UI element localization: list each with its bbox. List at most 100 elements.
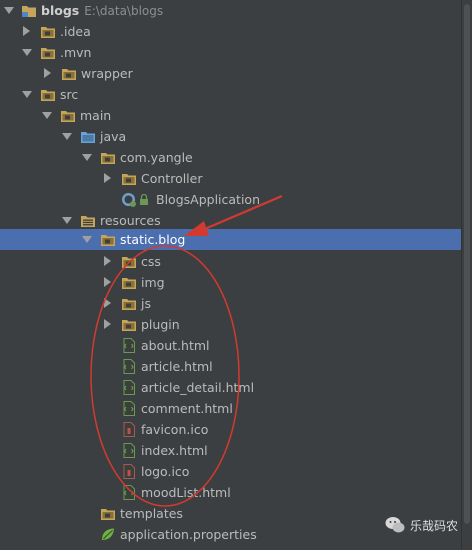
tree-item-label: wrapper (81, 66, 133, 81)
tree-item-label: img (141, 275, 165, 290)
watermark: 乐哉码农 (385, 514, 458, 536)
html-file-icon (121, 485, 137, 500)
expand-arrow-icon[interactable] (81, 147, 93, 168)
tree-item-label: src (60, 87, 79, 102)
project-folder-icon (21, 3, 37, 18)
collapse-arrow-icon[interactable] (101, 293, 113, 314)
tree-item-label: favicon.ico (141, 422, 209, 437)
tree-item-label: article.html (141, 359, 213, 374)
project-tree: blogs E:\data\blogs .idea .mvn wrapper sr… (0, 0, 462, 550)
tree-row-static-blog[interactable]: static.blog (0, 229, 462, 250)
collapse-arrow-icon[interactable] (101, 272, 113, 293)
tree-row-article-html[interactable]: article.html (0, 356, 462, 377)
tree-row-src[interactable]: src (0, 84, 462, 105)
tree-row-moodlist-html[interactable]: moodList.html (0, 482, 462, 503)
tree-row-comment-html[interactable]: comment.html (0, 398, 462, 419)
collapse-arrow-icon[interactable] (101, 251, 113, 272)
tree-item-label: js (141, 296, 151, 311)
ico-file-icon (121, 464, 137, 479)
tree-item-label: resources (100, 213, 161, 228)
html-file-icon (121, 359, 137, 374)
folder-icon (40, 24, 56, 39)
collapse-arrow-icon[interactable] (101, 168, 113, 189)
project-name: blogs (41, 3, 80, 18)
tree-item-label: plugin (141, 317, 180, 332)
package-icon (121, 171, 137, 186)
tree-item-label: .idea (60, 24, 91, 39)
tree-row-js[interactable]: js (0, 293, 462, 314)
tree-row-article-detail-html[interactable]: article_detail.html (0, 377, 462, 398)
folder-icon (40, 87, 56, 102)
collapse-arrow-icon[interactable] (101, 314, 113, 335)
folder-icon (100, 232, 116, 247)
tree-item-label: main (80, 108, 112, 123)
expand-arrow-icon[interactable] (61, 126, 73, 147)
tree-item-label: static.blog (120, 232, 186, 247)
tree-item-label: css (141, 254, 161, 269)
tree-item-label: article_detail.html (141, 380, 255, 395)
folder-icon (61, 66, 77, 81)
spring-boot-class-icon (121, 192, 137, 207)
tree-row-mvn[interactable]: .mvn (0, 42, 462, 63)
tree-row-css[interactable]: css (0, 251, 462, 272)
tree-item-label: .mvn (60, 45, 92, 60)
tree-item-label: comment.html (141, 401, 233, 416)
resources-folder-icon (80, 213, 96, 228)
tree-row-img[interactable]: img (0, 272, 462, 293)
html-file-icon (121, 401, 137, 416)
tree-row-blogs[interactable]: blogs E:\data\blogs (0, 0, 462, 21)
expand-arrow-icon[interactable] (41, 105, 53, 126)
folder-icon (100, 506, 116, 521)
tree-row-resources[interactable]: resources (0, 210, 462, 231)
tree-item-label: Controller (141, 171, 203, 186)
tree-row-wrapper[interactable]: wrapper (0, 63, 462, 84)
vertical-scrollbar[interactable] (461, 0, 472, 550)
tree-row-blogs-application[interactable]: BlogsApplication (0, 189, 462, 210)
tree-item-label: about.html (141, 338, 210, 353)
tree-row-index-html[interactable]: index.html (0, 440, 462, 461)
folder-icon (121, 296, 137, 311)
tree-row-idea[interactable]: .idea (0, 21, 462, 42)
folder-icon (121, 275, 137, 290)
folder-icon (121, 317, 137, 332)
tree-row-logo-ico[interactable]: logo.ico (0, 461, 462, 482)
expand-arrow-icon[interactable] (81, 229, 93, 250)
tree-item-label: index.html (141, 443, 208, 458)
expand-arrow-icon[interactable] (21, 42, 33, 63)
collapse-arrow-icon[interactable] (20, 21, 32, 42)
tree-item-label: templates (120, 506, 183, 521)
folder-icon (121, 254, 137, 269)
scrollbar-thumb[interactable] (464, 4, 470, 524)
tree-row-controller[interactable]: Controller (0, 168, 462, 189)
tree-row-about-html[interactable]: about.html (0, 335, 462, 356)
html-file-icon (121, 380, 137, 395)
ico-file-icon (121, 422, 137, 437)
folder-icon (40, 45, 56, 60)
tree-row-java[interactable]: java (0, 126, 462, 147)
watermark-text: 乐哉码农 (409, 518, 458, 533)
package-icon (100, 150, 116, 165)
tree-row-com-yangle[interactable]: com.yangle (0, 147, 462, 168)
collapse-arrow-icon[interactable] (41, 63, 53, 84)
tree-row-partial (0, 545, 462, 550)
expand-arrow-icon[interactable] (21, 84, 33, 105)
expand-arrow-icon[interactable] (3, 0, 15, 21)
tree-row-favicon-ico[interactable]: favicon.ico (0, 419, 462, 440)
project-path: E:\data\blogs (84, 4, 164, 18)
wechat-logo-icon (385, 517, 405, 533)
tree-item-label: com.yangle (120, 150, 193, 165)
tree-row-main[interactable]: main (0, 105, 462, 126)
html-file-icon (121, 443, 137, 458)
spring-properties-icon (100, 527, 116, 542)
tree-item-label: java (100, 129, 127, 144)
tree-item-label: moodList.html (141, 485, 231, 500)
tree-item-label: BlogsApplication (156, 192, 260, 207)
tree-item-label: logo.ico (141, 464, 190, 479)
expand-arrow-icon[interactable] (61, 210, 73, 231)
folder-icon (60, 108, 76, 123)
tree-row-plugin[interactable]: plugin (0, 314, 462, 335)
html-file-icon (121, 338, 137, 353)
lock-icon (140, 193, 148, 205)
source-folder-icon (80, 129, 96, 144)
tree-item-label: application.properties (120, 527, 257, 542)
